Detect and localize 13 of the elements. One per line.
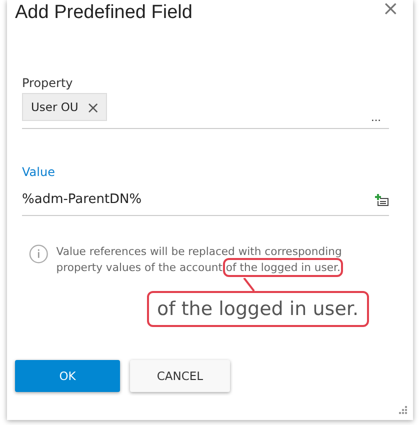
chip-label: User OU <box>31 100 78 114</box>
cancel-button[interactable]: CANCEL <box>130 360 230 392</box>
close-button[interactable]: × <box>382 0 399 18</box>
remove-chip-button[interactable]: × <box>86 98 100 116</box>
browse-button[interactable]: ... <box>370 110 381 124</box>
field-label: Value <box>22 165 55 179</box>
value-field[interactable]: %adm-ParentDN% <box>22 184 389 216</box>
field-label: Property <box>22 76 73 90</box>
callout-text: of the logged in user. <box>147 291 368 327</box>
ok-button[interactable]: OK <box>15 360 120 392</box>
dialog-title: Add Predefined Field <box>15 2 192 24</box>
info-text: Value references will be replaced with corresponding property values of the account of the logged in user. <box>56 244 389 276</box>
property-field[interactable]: User OU × ... <box>22 93 389 129</box>
